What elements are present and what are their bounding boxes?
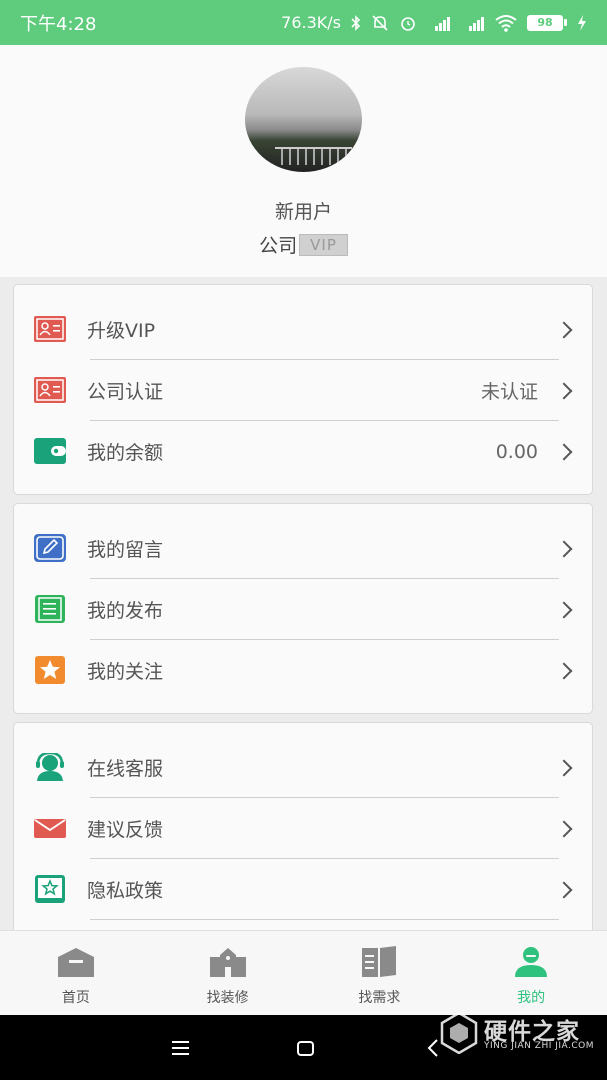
tab-mine[interactable]: 我的 — [455, 931, 607, 1015]
tab-find-decoration[interactable]: 找装修 — [152, 931, 304, 1015]
signal-hd-icon — [435, 16, 450, 31]
tab-home[interactable]: 首页 — [0, 931, 152, 1015]
star-icon — [35, 656, 65, 684]
charging-icon — [578, 14, 586, 31]
chevron-right-icon — [555, 820, 573, 837]
status-bar: 下午4:28 76.3K/s 98 — [0, 0, 607, 45]
menu-item-online-service[interactable]: 在线客服 — [14, 737, 592, 798]
menu-icon[interactable] — [172, 1041, 189, 1055]
menu-item-my-messages[interactable]: 我的留言 — [14, 518, 592, 579]
chevron-right-icon — [555, 540, 573, 557]
chevron-right-icon — [555, 382, 573, 399]
building-icon — [209, 948, 246, 977]
headset-icon — [36, 753, 64, 781]
notebook-icon — [35, 595, 65, 623]
status-time: 下午4:28 — [20, 13, 97, 35]
menu-item-upgrade-vip[interactable]: 升级VIP — [14, 299, 592, 360]
battery-icon: 98 — [527, 14, 567, 31]
home-icon — [57, 948, 94, 977]
wifi-icon — [495, 14, 517, 32]
avatar[interactable] — [245, 67, 362, 172]
bottom-tab-bar: 首页 找装修 找需求 我的 — [0, 930, 607, 1015]
policy-icon — [35, 875, 65, 903]
account-card: 升级VIP 公司认证 未认证 我的余额 0.00 — [13, 284, 593, 495]
watermark-subtitle: YING JIAN ZHI JIA.COM — [484, 1041, 595, 1051]
chevron-right-icon — [555, 759, 573, 776]
id-card-icon — [34, 377, 66, 403]
edit-icon — [34, 534, 66, 562]
verify-status: 未认证 — [480, 381, 538, 403]
menu-item-label: 升级VIP — [87, 320, 156, 342]
tab-label: 找需求 — [358, 990, 401, 1006]
chevron-right-icon — [555, 321, 573, 338]
chevron-right-icon — [555, 881, 573, 898]
menu-item-label: 在线客服 — [87, 758, 164, 780]
menu-item-label: 隐私政策 — [87, 880, 164, 902]
chevron-right-icon — [555, 662, 573, 679]
mute-bell-icon — [372, 14, 388, 31]
menu-item-my-posts[interactable]: 我的发布 — [14, 579, 592, 640]
menu-item-privacy-policy[interactable]: 隐私政策 — [14, 859, 592, 920]
tab-label: 我的 — [517, 990, 546, 1006]
menu-item-label: 我的发布 — [87, 600, 164, 622]
menu-item-my-follows[interactable]: 我的关注 — [14, 640, 592, 701]
signal-hd-icon — [469, 16, 484, 31]
profile-header: 新用户 公司 VIP — [0, 45, 607, 277]
watermark-logo-icon — [440, 1012, 478, 1054]
bluetooth-icon — [351, 14, 361, 31]
username: 新用户 — [274, 201, 332, 223]
vip-badge: VIP — [299, 233, 348, 256]
menu-item-label: 公司认证 — [87, 381, 164, 403]
balance-value: 0.00 — [495, 440, 538, 463]
id-card-icon — [34, 316, 66, 342]
support-card: 在线客服 建议反馈 隐私政策 — [13, 722, 593, 952]
menu-item-label: 建议反馈 — [87, 819, 164, 841]
watermark: 硬件之家 YING JIAN ZHI JIA.COM — [440, 1008, 607, 1058]
activity-card: 我的留言 我的发布 我的关注 — [13, 503, 593, 714]
chevron-right-icon — [555, 443, 573, 460]
status-icons: 76.3K/s 98 — [281, 13, 587, 32]
company-row: 公司 VIP — [0, 231, 607, 258]
menu-item-feedback[interactable]: 建议反馈 — [14, 798, 592, 859]
tab-label: 找装修 — [206, 990, 249, 1006]
battery-level: 98 — [527, 14, 563, 31]
tab-label: 首页 — [61, 990, 90, 1006]
wallet-icon — [34, 438, 66, 464]
back-icon[interactable] — [427, 1039, 438, 1057]
menu-item-label: 我的关注 — [87, 661, 164, 683]
tab-find-demand[interactable]: 找需求 — [304, 931, 456, 1015]
menu-item-balance[interactable]: 我的余额 0.00 — [14, 421, 592, 482]
envelope-icon — [34, 819, 66, 838]
menu-item-label: 我的留言 — [87, 539, 164, 561]
home-button-icon[interactable] — [297, 1041, 314, 1056]
network-speed: 76.3K/s — [281, 13, 341, 32]
menu-item-company-verify[interactable]: 公司认证 未认证 — [14, 360, 592, 421]
menu-item-label: 我的余额 — [87, 442, 164, 464]
chevron-right-icon — [555, 601, 573, 618]
book-icon — [362, 946, 397, 977]
company-name: 公司 — [259, 235, 298, 257]
alarm-icon — [401, 16, 415, 31]
user-icon — [515, 947, 548, 977]
